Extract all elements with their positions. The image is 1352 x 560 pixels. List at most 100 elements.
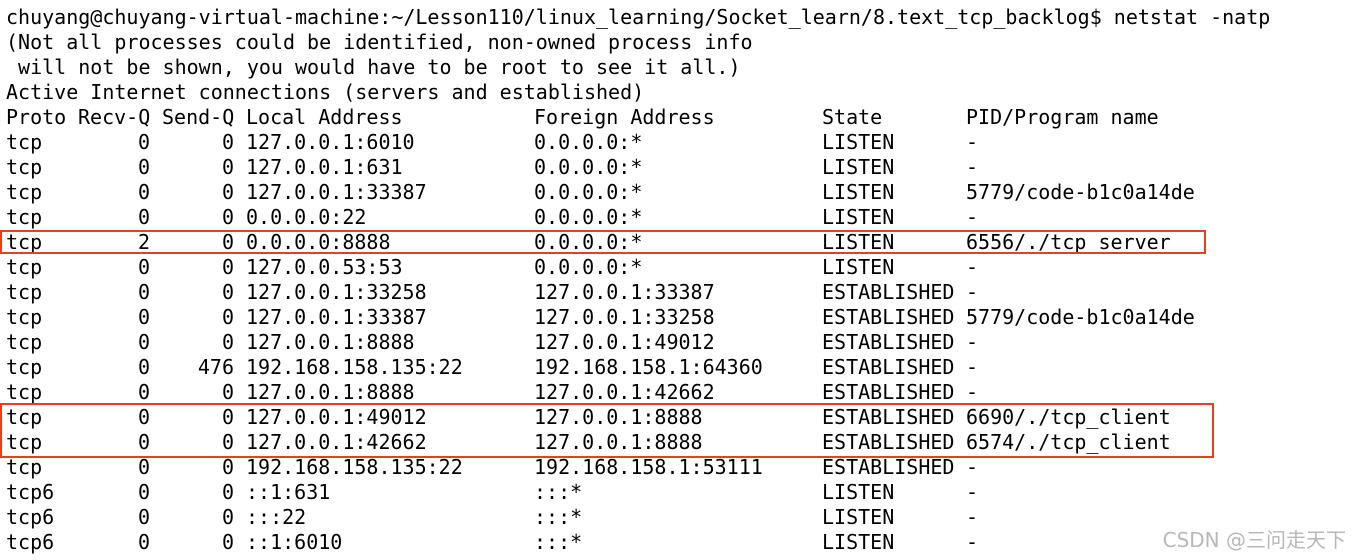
cell-pid-program: - <box>966 480 979 504</box>
cell-send-q: 0 <box>221 280 234 304</box>
cell-foreign-address: 127.0.0.1:49012 <box>534 330 715 354</box>
cell-state: LISTEN <box>822 130 895 154</box>
cell-recv-q: 0 <box>137 180 150 204</box>
cell-send-q: 0 <box>221 305 234 329</box>
table-row: tcp 0 0 127.0.0.1:8888 127.0.0.1:49012 ESTABL… <box>0 330 1352 355</box>
cell-local-address: 192.168.158.135:22 <box>246 355 463 379</box>
csdn-watermark: CSDN @三问走天下 <box>1162 528 1346 552</box>
terminal-window[interactable]: chuyang@chuyang-virtual-machine:~/Lesson… <box>0 0 1352 560</box>
cell-local-address: ::1:6010 <box>246 530 343 554</box>
cell-proto: tcp <box>6 355 43 379</box>
cell-proto: tcp <box>6 455 43 479</box>
cell-foreign-address: 127.0.0.1:42662 <box>534 380 715 404</box>
notice-line-2: will not be shown, you would have to be … <box>6 55 741 79</box>
cell-recv-q: 0 <box>137 355 150 379</box>
table-row: tcp 0 0 127.0.0.1:33258 127.0.0.1:33387 ESTAB… <box>0 280 1352 305</box>
cell-send-q: 0 <box>221 205 234 229</box>
cell-send-q: 0 <box>221 155 234 179</box>
cell-send-q: 0 <box>221 330 234 354</box>
cell-local-address: 192.168.158.135:22 <box>246 455 463 479</box>
cell-local-address: :::22 <box>246 505 307 529</box>
cell-pid-program: 5779/code-b1c0a14de <box>966 180 1195 204</box>
cell-recv-q: 0 <box>137 305 150 329</box>
header-recv-q: Recv-Q <box>78 105 151 129</box>
header-proto: Proto <box>6 105 67 129</box>
cell-pid-program: - <box>966 155 979 179</box>
cell-recv-q: 0 <box>137 255 150 279</box>
cell-local-address: ::1:631 <box>246 480 331 504</box>
cell-recv-q: 0 <box>137 155 150 179</box>
cell-pid-program: - <box>966 530 979 554</box>
cell-foreign-address: :::* <box>534 530 583 554</box>
cell-proto: tcp <box>6 255 43 279</box>
cell-state: LISTEN <box>822 205 895 229</box>
cell-foreign-address: 192.168.158.1:64360 <box>534 355 763 379</box>
cell-pid-program: - <box>966 205 979 229</box>
cell-foreign-address: :::* <box>534 480 583 504</box>
cell-foreign-address: 0.0.0.0:* <box>534 205 643 229</box>
cell-pid-program: - <box>966 280 979 304</box>
command-prompt-line: chuyang@chuyang-virtual-machine:~/Lesson… <box>6 5 1271 29</box>
cell-state: LISTEN <box>822 505 895 529</box>
table-row: tcp 0 0 0.0.0.0:22 0.0.0.0:* LISTEN - <box>0 205 1352 230</box>
cell-proto: tcp6 <box>6 530 55 554</box>
cell-state: LISTEN <box>822 530 895 554</box>
cell-local-address: 0.0.0.0:22 <box>246 205 367 229</box>
cell-state: ESTABLISHED <box>822 455 955 479</box>
cell-foreign-address: 0.0.0.0:* <box>534 130 643 154</box>
table-row: tcp 0 0 127.0.0.1:631 0.0.0.0:* LISTEN - <box>0 155 1352 180</box>
cell-pid-program: - <box>966 505 979 529</box>
cell-state: LISTEN <box>822 480 895 504</box>
section-title: Active Internet connections (servers and… <box>6 80 645 104</box>
cell-recv-q: 0 <box>137 455 150 479</box>
cell-pid-program: - <box>966 255 979 279</box>
table-row: tcp 0 0 127.0.0.1:33387 0.0.0.0:* LISTEN 5779/… <box>0 180 1352 205</box>
cell-recv-q: 0 <box>137 330 150 354</box>
table-row: tcp 0 0 192.168.158.135:22 192.168.158.1:531… <box>0 455 1352 480</box>
cell-recv-q: 0 <box>137 530 150 554</box>
cell-state: ESTABLISHED <box>822 355 955 379</box>
cell-local-address: 127.0.0.1:33387 <box>246 180 427 204</box>
cell-send-q: 0 <box>221 455 234 479</box>
header-send-q: Send-Q <box>162 105 235 129</box>
cell-state: ESTABLISHED <box>822 280 955 304</box>
highlight-server-listen-box <box>0 230 1206 254</box>
cell-pid-program: - <box>966 355 979 379</box>
cell-local-address: 127.0.0.1:33387 <box>246 305 427 329</box>
cell-send-q: 476 <box>197 355 234 379</box>
cell-proto: tcp6 <box>6 505 55 529</box>
cell-foreign-address: 0.0.0.0:* <box>534 180 643 204</box>
cell-state: LISTEN <box>822 180 895 204</box>
cell-pid-program: - <box>966 130 979 154</box>
cell-send-q: 0 <box>221 480 234 504</box>
cell-foreign-address: 0.0.0.0:* <box>534 255 643 279</box>
table-row: tcp6 0 0::1:631:::* LISTEN - <box>0 480 1352 505</box>
cell-pid-program: - <box>966 455 979 479</box>
cell-send-q: 0 <box>221 130 234 154</box>
table-header-row: Proto Recv-Q Send-Q Local Address Foreig… <box>0 105 1352 130</box>
cell-proto: tcp <box>6 155 43 179</box>
cell-recv-q: 0 <box>137 480 150 504</box>
cell-recv-q: 0 <box>137 505 150 529</box>
table-row: tcp6 0 0:::22:::* LISTEN - <box>0 505 1352 530</box>
cell-state: ESTABLISHED <box>822 330 955 354</box>
cell-send-q: 0 <box>221 380 234 404</box>
cell-pid-program: - <box>966 330 979 354</box>
cell-state: ESTABLISHED <box>822 305 955 329</box>
cell-proto: tcp6 <box>6 480 55 504</box>
cell-proto: tcp <box>6 130 43 154</box>
table-row: tcp 0 476 192.168.158.135:22 192.168.158.1:6… <box>0 355 1352 380</box>
cell-proto: tcp <box>6 180 43 204</box>
cell-pid-program: 5779/code-b1c0a14de <box>966 305 1195 329</box>
table-row: tcp 0 0 127.0.0.1:6010 0.0.0.0:* LISTEN - <box>0 130 1352 155</box>
cell-send-q: 0 <box>221 255 234 279</box>
cell-state: LISTEN <box>822 255 895 279</box>
cell-send-q: 0 <box>221 530 234 554</box>
table-row: tcp 0 0 127.0.0.53:53 0.0.0.0:* LISTEN - <box>0 255 1352 280</box>
cell-foreign-address: 127.0.0.1:33258 <box>534 305 715 329</box>
table-row: tcp 0 0 127.0.0.1:8888 127.0.0.1:42662 ESTABL… <box>0 380 1352 405</box>
cell-local-address: 127.0.0.1:33258 <box>246 280 427 304</box>
cell-send-q: 0 <box>221 180 234 204</box>
header-pid-program: PID/Program name <box>966 105 1159 129</box>
cell-proto: tcp <box>6 380 43 404</box>
